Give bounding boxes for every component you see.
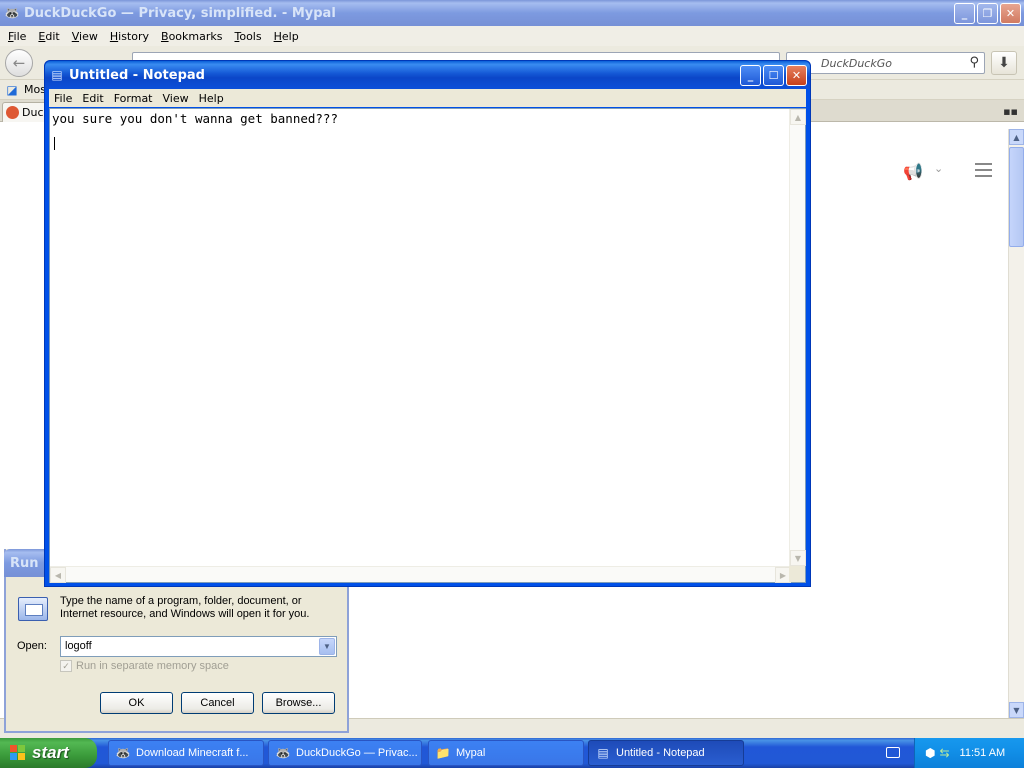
notepad-horizontal-scrollbar[interactable]: ◀ ▶ <box>50 566 791 583</box>
run-program-icon <box>18 597 48 621</box>
minimize-button[interactable]: _ <box>954 2 975 24</box>
task-label: Untitled - Notepad <box>616 747 705 759</box>
notepad-title: Untitled - Notepad <box>69 67 205 83</box>
menu-view[interactable]: View <box>158 92 194 105</box>
start-button[interactable]: start <box>0 738 97 768</box>
scroll-thumb[interactable] <box>1009 147 1024 247</box>
taskbar: start 🦝 Download Minecraft f... 🦝 DuckDu… <box>0 738 1024 768</box>
notepad-icon: ▤ <box>597 746 609 760</box>
scroll-up-arrow[interactable]: ▲ <box>790 109 806 125</box>
minimize-button[interactable]: _ <box>740 64 761 86</box>
network-icon[interactable]: ⇆ <box>939 746 949 760</box>
checkbox-label: Run in separate memory space <box>76 660 229 672</box>
menu-icon[interactable] <box>975 163 992 177</box>
tab-duckduckgo[interactable]: Duck <box>2 102 48 122</box>
separate-memory-checkbox: ✓ Run in separate memory space <box>60 660 229 672</box>
list-all-tabs-icon[interactable]: ▪▪ <box>1003 105 1018 118</box>
menu-bookmarks[interactable]: Bookmarks <box>155 30 228 43</box>
restore-button[interactable]: ❐ <box>977 2 998 24</box>
task-download-minecraft[interactable]: 🦝 Download Minecraft f... <box>108 740 264 766</box>
open-label: Open: <box>17 640 47 652</box>
scroll-down-arrow[interactable]: ▼ <box>1009 702 1024 718</box>
ok-button[interactable]: OK <box>100 692 173 714</box>
notepad-menubar: File Edit Format View Help <box>49 89 806 107</box>
security-shield-icon[interactable]: ⬢ <box>925 746 935 760</box>
search-placeholder: DuckDuckGo <box>821 56 892 70</box>
page-scrollbar[interactable]: ▲ ▼ <box>1008 129 1024 718</box>
run-title: Run <box>10 555 39 571</box>
notepad-icon: ▤ <box>51 68 63 82</box>
search-input[interactable]: DuckDuckGo ⚲ <box>786 52 985 74</box>
duckduckgo-icon <box>6 106 19 119</box>
menu-edit[interactable]: Edit <box>32 30 65 43</box>
menu-edit[interactable]: Edit <box>77 92 108 105</box>
notepad-window: ▤ Untitled - Notepad _ ☐ ✕ File Edit For… <box>44 60 811 587</box>
checkbox-icon: ✓ <box>60 660 72 672</box>
browser-titlebar: 🦝 DuckDuckGo — Privacy, simplified. - My… <box>0 0 1024 26</box>
menu-history[interactable]: History <box>104 30 155 43</box>
folder-icon: 📁 <box>435 746 451 760</box>
browse-button[interactable]: Browse... <box>262 692 335 714</box>
menu-format[interactable]: Format <box>109 92 158 105</box>
task-mypal-folder[interactable]: 📁 Mypal <box>428 740 584 766</box>
menu-file[interactable]: File <box>2 30 32 43</box>
notepad-text: you sure you don't wanna get banned??? <box>52 111 338 126</box>
mypal-icon: 🦝 <box>4 6 20 20</box>
back-button[interactable]: ← <box>5 49 33 77</box>
clock[interactable]: 11:51 AM <box>960 747 1006 759</box>
megaphone-icon[interactable]: 📢 <box>903 162 923 181</box>
menu-help[interactable]: Help <box>194 92 229 105</box>
windows-flag-icon <box>10 745 27 761</box>
task-label: Download Minecraft f... <box>136 747 249 759</box>
close-button[interactable]: ✕ <box>786 64 807 86</box>
task-duckduckgo[interactable]: 🦝 DuckDuckGo — Privac... <box>268 740 422 766</box>
download-button[interactable]: ⬇ <box>991 51 1017 75</box>
chevron-down-icon[interactable]: ⌄ <box>934 162 943 175</box>
text-caret <box>54 137 55 150</box>
close-button[interactable]: ✕ <box>1000 2 1021 24</box>
scroll-up-arrow[interactable]: ▲ <box>1009 129 1024 145</box>
menu-tools[interactable]: Tools <box>228 30 267 43</box>
task-notepad[interactable]: ▤ Untitled - Notepad <box>588 740 744 766</box>
mypal-icon: 🦝 <box>115 746 131 760</box>
scroll-left-arrow[interactable]: ◀ <box>50 567 66 583</box>
browser-title: DuckDuckGo — Privacy, simplified. - Mypa… <box>24 5 336 21</box>
maximize-button[interactable]: ☐ <box>763 64 784 86</box>
notepad-titlebar: ▤ Untitled - Notepad _ ☐ ✕ <box>45 61 810 89</box>
task-label: DuckDuckGo — Privac... <box>296 747 418 759</box>
system-tray: ⬢ ⇆ 11:51 AM <box>914 738 1024 768</box>
cancel-button[interactable]: Cancel <box>181 692 254 714</box>
start-label: start <box>32 743 69 762</box>
notepad-text-area[interactable]: you sure you don't wanna get banned??? ▲… <box>49 108 806 583</box>
bookmark-icon: ◪ <box>6 82 18 97</box>
open-value: logoff <box>65 640 92 652</box>
menu-help[interactable]: Help <box>268 30 305 43</box>
scroll-down-arrow[interactable]: ▼ <box>790 550 806 566</box>
task-label: Mypal <box>456 747 486 759</box>
keyboard-icon[interactable] <box>886 747 900 758</box>
notepad-vertical-scrollbar[interactable]: ▲ ▼ <box>789 109 806 566</box>
browser-menubar: File Edit View History Bookmarks Tools H… <box>0 26 1024 46</box>
open-combobox[interactable]: logoff ▼ <box>60 636 337 657</box>
menu-view[interactable]: View <box>66 30 104 43</box>
run-description: Type the name of a program, folder, docu… <box>60 595 310 620</box>
dropdown-arrow-icon[interactable]: ▼ <box>319 638 335 655</box>
resize-grip[interactable] <box>789 566 805 582</box>
search-icon[interactable]: ⚲ <box>969 55 979 70</box>
menu-file[interactable]: File <box>49 92 77 105</box>
mypal-icon: 🦝 <box>275 746 291 760</box>
